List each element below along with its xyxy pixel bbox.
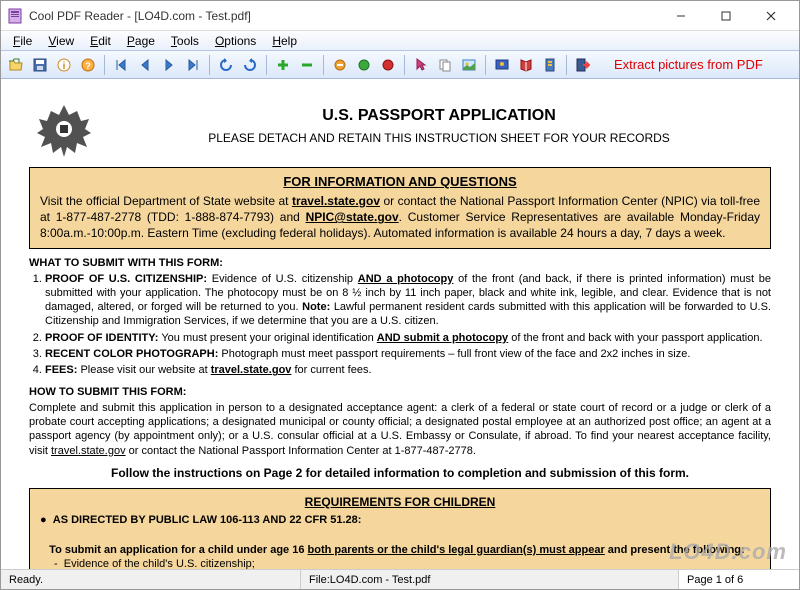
fit-width-icon[interactable] [329, 54, 351, 76]
how-submit-body: Complete and submit this application in … [29, 401, 771, 458]
menubar: File View Edit Page Tools Options Help [1, 31, 799, 51]
toolbar-separator [485, 55, 486, 75]
list-item: PROOF OF IDENTITY: You must present your… [45, 331, 771, 345]
info-box-title: FOR INFORMATION AND QUESTIONS [40, 174, 760, 189]
document-viewport[interactable]: U.S. PASSPORT APPLICATION PLEASE DETACH … [1, 79, 799, 569]
status-file: File: LO4D.com - Test.pdf [301, 570, 679, 589]
link-npic-email[interactable]: NPIC@state.gov [306, 210, 399, 224]
fit-page-icon[interactable] [353, 54, 375, 76]
info-box: FOR INFORMATION AND QUESTIONS Visit the … [29, 167, 771, 249]
toolbar-separator [266, 55, 267, 75]
toolbar-separator [104, 55, 105, 75]
requirements-title: REQUIREMENTS FOR CHILDREN [40, 495, 760, 509]
select-tool-icon[interactable] [410, 54, 432, 76]
zoom-out-icon[interactable] [296, 54, 318, 76]
info-icon[interactable]: i [53, 54, 75, 76]
menu-file[interactable]: File [5, 32, 40, 50]
menu-page[interactable]: Page [119, 32, 163, 50]
copy-icon[interactable] [434, 54, 456, 76]
link-travel-state[interactable]: travel.state.gov [292, 194, 380, 208]
last-page-icon[interactable] [182, 54, 204, 76]
menu-tools[interactable]: Tools [163, 32, 207, 50]
status-page: Page 1 of 6 [679, 570, 799, 589]
slideshow-icon[interactable] [491, 54, 513, 76]
titlebar: Cool PDF Reader - [LO4D.com - Test.pdf] [1, 1, 799, 31]
extract-image-icon[interactable] [458, 54, 480, 76]
zoom-in-icon[interactable] [272, 54, 294, 76]
open-icon[interactable] [5, 54, 27, 76]
menu-view[interactable]: View [40, 32, 82, 50]
toolbar-separator [323, 55, 324, 75]
document-subtitle: PLEASE DETACH AND RETAIN THIS INSTRUCTIO… [29, 131, 771, 145]
help-icon[interactable]: ? [77, 54, 99, 76]
document-title: U.S. PASSPORT APPLICATION [29, 107, 771, 125]
minimize-button[interactable] [658, 2, 703, 30]
toolbar: i ? Extract pictures from PDF [1, 51, 799, 79]
actual-size-icon[interactable] [377, 54, 399, 76]
list-item: FEES: Please visit our website at travel… [45, 363, 771, 377]
menu-options[interactable]: Options [207, 32, 264, 50]
save-icon[interactable] [29, 54, 51, 76]
list-item: PROOF OF U.S. CITIZENSHIP: Evidence of U… [45, 272, 771, 329]
first-page-icon[interactable] [110, 54, 132, 76]
submit-list: PROOF OF U.S. CITIZENSHIP: Evidence of U… [29, 272, 771, 378]
toolbar-separator [209, 55, 210, 75]
eagle-seal-icon [29, 97, 99, 167]
info-box-body: Visit the official Department of State w… [40, 193, 760, 242]
book-icon[interactable] [515, 54, 537, 76]
list-item: RECENT COLOR PHOTOGRAPH: Photograph must… [45, 347, 771, 361]
window-title: Cool PDF Reader - [LO4D.com - Test.pdf] [29, 9, 658, 23]
pdf-page: U.S. PASSPORT APPLICATION PLEASE DETACH … [1, 79, 799, 569]
what-submit-heading: WHAT TO SUBMIT WITH THIS FORM: [29, 257, 771, 269]
rotate-left-icon[interactable] [215, 54, 237, 76]
exit-icon[interactable] [572, 54, 594, 76]
statusbar: Ready. File: LO4D.com - Test.pdf Page 1 … [1, 569, 799, 589]
how-submit-heading: HOW TO SUBMIT THIS FORM: [29, 386, 771, 398]
next-page-icon[interactable] [158, 54, 180, 76]
app-window: Cool PDF Reader - [LO4D.com - Test.pdf] … [0, 0, 800, 590]
close-button[interactable] [748, 2, 793, 30]
svg-text:?: ? [85, 61, 91, 71]
toolbar-separator [404, 55, 405, 75]
status-ready: Ready. [1, 570, 301, 589]
app-icon [7, 8, 23, 24]
svg-text:i: i [63, 61, 66, 72]
toolbar-separator [566, 55, 567, 75]
prev-page-icon[interactable] [134, 54, 156, 76]
menu-edit[interactable]: Edit [82, 32, 119, 50]
maximize-button[interactable] [703, 2, 748, 30]
toolbar-hint: Extract pictures from PDF [614, 57, 763, 72]
menu-help[interactable]: Help [264, 32, 305, 50]
follow-instructions: Follow the instructions on Page 2 for de… [29, 466, 771, 480]
requirements-body: ● AS DIRECTED BY PUBLIC LAW 106-113 AND … [40, 513, 760, 569]
requirements-box: REQUIREMENTS FOR CHILDREN ● AS DIRECTED … [29, 488, 771, 569]
settings-icon[interactable] [539, 54, 561, 76]
rotate-right-icon[interactable] [239, 54, 261, 76]
